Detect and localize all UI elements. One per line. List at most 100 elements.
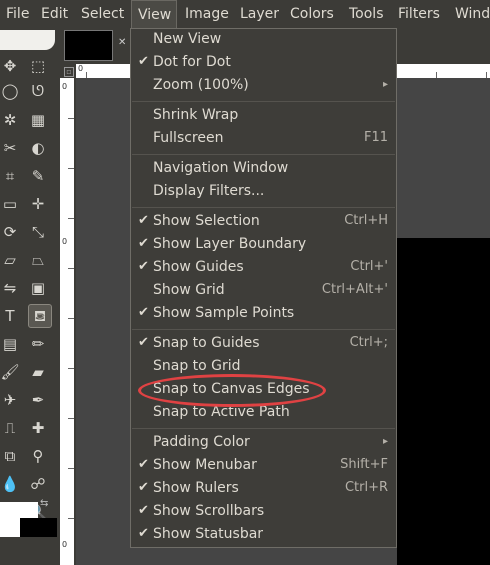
fuzzy-select-icon[interactable]: ✲ — [0, 110, 20, 130]
menu-item-label: Show Selection — [153, 213, 260, 229]
menu-item-show-sample-points[interactable]: ✔ Show Sample Points — [131, 303, 396, 326]
check-icon: ✔ — [138, 213, 149, 228]
menu-select[interactable]: Select — [81, 0, 124, 28]
heal-icon[interactable]: ✚ — [28, 418, 48, 438]
menu-item-show-statusbar[interactable]: ✔ Show Statusbar — [131, 524, 396, 547]
align-icon[interactable]: ✛ — [28, 194, 48, 214]
menu-item-label: Show Statusbar — [153, 526, 264, 542]
wilber-logo — [0, 30, 55, 50]
menu-item-label: Show Layer Boundary — [153, 236, 307, 252]
airbrush-icon[interactable]: ✈ — [0, 390, 20, 410]
menu-item-label: Display Filters... — [153, 183, 265, 199]
shear-icon[interactable]: ▱ — [0, 250, 20, 270]
menu-item-zoom[interactable]: Zoom (100%) ▸ — [131, 75, 396, 98]
menu-item-show-scrollbars[interactable]: ✔ Show Scrollbars — [131, 501, 396, 524]
check-icon: ✔ — [138, 305, 149, 320]
menu-tools[interactable]: Tools — [349, 0, 384, 28]
menu-item-show-grid[interactable]: Show Grid Ctrl+Alt+' — [131, 280, 396, 303]
clone-icon[interactable]: ⎍ — [0, 418, 20, 438]
menu-item-label: Dot for Dot — [153, 54, 231, 70]
view-menu: New View ✔ Dot for Dot Zoom (100%) ▸ Shr… — [130, 28, 397, 548]
move-tool-icon[interactable]: ✥ — [0, 56, 20, 76]
menu-colors[interactable]: Colors — [290, 0, 334, 28]
menu-item-navigation-window[interactable]: Navigation Window — [131, 158, 396, 181]
menu-item-label: Show Grid — [153, 282, 225, 298]
menu-separator — [132, 329, 395, 330]
menu-item-dot-for-dot[interactable]: ✔ Dot for Dot — [131, 52, 396, 75]
check-icon: ✔ — [138, 503, 149, 518]
menu-item-show-guides[interactable]: ✔ Show Guides Ctrl+' — [131, 257, 396, 280]
text-tool-icon[interactable]: T — [0, 306, 20, 326]
menu-item-new-view[interactable]: New View — [131, 29, 396, 52]
menubar: File Edit Select View Image Layer Colors… — [0, 0, 490, 28]
rect-select-icon[interactable]: ⬚ — [28, 56, 48, 76]
ellipse-select-icon[interactable]: ◯ — [0, 81, 20, 101]
shortcut-label: Ctrl+R — [344, 480, 388, 495]
menu-image[interactable]: Image — [185, 0, 229, 28]
menu-item-label: Fullscreen — [153, 130, 224, 146]
menu-item-show-menubar[interactable]: ✔ Show Menubar Shift+F — [131, 455, 396, 478]
menu-item-shrink-wrap[interactable]: Shrink Wrap — [131, 105, 396, 128]
check-icon: ✔ — [138, 526, 149, 541]
submenu-arrow-icon: ▸ — [382, 436, 388, 447]
menu-item-label: Show Menubar — [153, 457, 257, 473]
paintbrush-icon[interactable]: 🖌 — [0, 362, 20, 382]
vruler-label: 0 — [62, 540, 68, 549]
menu-item-label: Show Guides — [153, 259, 244, 275]
menu-item-label: Show Rulers — [153, 480, 239, 496]
menu-item-fullscreen[interactable]: Fullscreen F11 — [131, 128, 396, 151]
vertical-ruler[interactable]: 0 0 0 — [60, 78, 74, 565]
menu-item-label: Shrink Wrap — [153, 107, 239, 123]
swap-colors-icon[interactable]: ⇆ — [40, 498, 52, 510]
menu-item-show-layer-boundary[interactable]: ✔ Show Layer Boundary — [131, 234, 396, 257]
annotation-ellipse — [138, 374, 326, 407]
menu-item-label: Show Scrollbars — [153, 503, 265, 519]
menu-item-show-rulers[interactable]: ✔ Show Rulers Ctrl+R — [131, 478, 396, 501]
toolbox: ✥ ⬚ ◯ ᘎ ✲ ▦ ✂ ◐ ⌗ ✎ ▭ ✛ ⟳ ⤡ ▱ ⏢ ⇋ ▣ T ⛾ … — [0, 28, 57, 565]
image-thumbnail[interactable] — [64, 30, 113, 61]
menu-filters[interactable]: Filters — [398, 0, 440, 28]
dodge-burn-icon[interactable]: ☍ — [28, 474, 48, 494]
menu-item-snap-to-guides[interactable]: ✔ Snap to Guides Ctrl+; — [131, 333, 396, 356]
close-icon[interactable]: ✕ — [118, 38, 128, 48]
free-select-icon[interactable]: ᘎ — [28, 81, 48, 101]
menu-separator — [132, 154, 395, 155]
ink-icon[interactable]: ✒ — [28, 390, 48, 410]
check-icon: ✔ — [138, 54, 149, 69]
measure-icon[interactable]: ▭ — [0, 194, 20, 214]
crop-icon[interactable]: ⌗ — [0, 166, 20, 186]
menu-layer[interactable]: Layer — [240, 0, 279, 28]
menu-item-show-selection[interactable]: ✔ Show Selection Ctrl+H — [131, 211, 396, 234]
background-color-swatch[interactable] — [20, 518, 57, 537]
paths-icon[interactable]: ✎ — [28, 166, 48, 186]
vruler-label: 0 — [62, 237, 68, 246]
eraser-icon[interactable]: ▰ — [28, 362, 48, 382]
image-canvas[interactable] — [397, 238, 490, 565]
color-picker-icon[interactable]: ⚲ — [28, 446, 48, 466]
bucket-fill-icon[interactable]: ⛾ — [28, 304, 52, 328]
foreground-select-icon[interactable]: ◐ — [28, 138, 48, 158]
flip-icon[interactable]: ⇋ — [0, 278, 20, 298]
pencil-icon[interactable]: ✏ — [28, 334, 48, 354]
color-select-icon[interactable]: ▦ — [28, 110, 48, 130]
menu-item-padding-color[interactable]: Padding Color ▸ — [131, 432, 396, 455]
hruler-zero-label: 0 — [78, 64, 84, 73]
blend-icon[interactable]: ▤ — [0, 334, 20, 354]
scissors-icon[interactable]: ✂ — [0, 138, 20, 158]
scale-icon[interactable]: ⤡ — [28, 222, 48, 242]
smudge-icon[interactable]: 💧 — [0, 474, 20, 494]
menu-edit[interactable]: Edit — [41, 0, 68, 28]
menu-windows[interactable]: Wind — [455, 0, 490, 28]
rotate-icon[interactable]: ⟳ — [0, 222, 20, 242]
menu-item-display-filters[interactable]: Display Filters... — [131, 181, 396, 204]
check-icon: ✔ — [138, 259, 149, 274]
menu-view[interactable]: View — [131, 0, 177, 28]
perspective-icon[interactable]: ⏢ — [28, 250, 48, 270]
menu-item-label: Snap to Guides — [153, 335, 260, 351]
shortcut-label: Shift+F — [340, 457, 388, 472]
menu-file[interactable]: File — [6, 0, 29, 28]
menu-separator — [132, 207, 395, 208]
perspective-clone-icon[interactable]: ⧉ — [0, 446, 20, 466]
cage-icon[interactable]: ▣ — [28, 278, 48, 298]
quick-mask-toggle-icon[interactable]: ▫ — [64, 67, 74, 77]
